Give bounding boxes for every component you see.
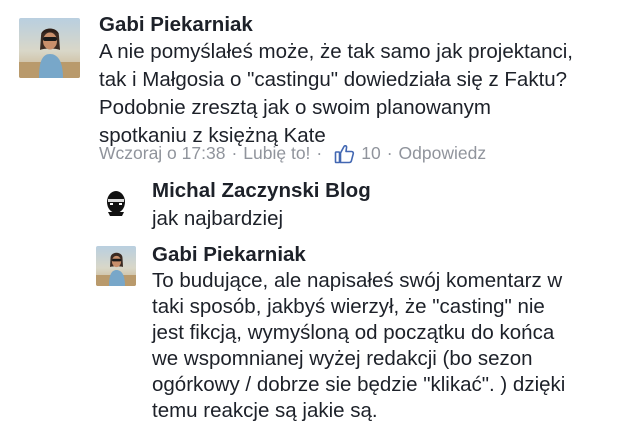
reply-text-line: temu reakcje są jakie są. [152, 399, 378, 422]
reply-avatar[interactable] [96, 182, 136, 222]
comment-author[interactable]: Gabi Piekarniak [99, 13, 253, 37]
commenter-avatar[interactable] [19, 18, 80, 78]
like-link[interactable]: Lubię to! [243, 143, 310, 164]
reply-text: jak najbardziej [152, 207, 284, 230]
comment-meta: Wczoraj o 17:38 · Lubię to! · 10 · Odpow… [99, 143, 486, 164]
reply-text: To budujące, ale napisałeś swój komentar… [152, 268, 622, 424]
comment-text-line: Podobnie zresztą jak o swoim planowanym [99, 96, 491, 119]
reply-link[interactable]: Odpowiedz [399, 143, 487, 164]
comment-text-line: tak i Małgosia o "castingu" dowiedziała … [99, 68, 568, 91]
reply-text-line: ogórkowy / dobrze sie będzie "klikać". )… [152, 373, 566, 396]
reply-text-line: taki sposób, jakbyś wierzył, że "casting… [152, 295, 545, 318]
reply-text-line: To budujące, ale napisałeś swój komentar… [152, 269, 563, 292]
reply-author[interactable]: Gabi Piekarniak [152, 243, 306, 267]
comment-timestamp[interactable]: Wczoraj o 17:38 [99, 143, 225, 164]
thumbs-up-icon[interactable] [334, 143, 355, 164]
reply-text-line: jest fikcją, wymyśloną od początku do ko… [152, 321, 555, 344]
meta-separator: · [231, 143, 238, 163]
meta-separator: · [386, 143, 393, 163]
reply: Gabi Piekarniak To budujące, ale napisał… [0, 240, 633, 425]
comment-text: A nie pomyślałeś może, że tak samo jak p… [99, 38, 629, 150]
comment-text-line: A nie pomyślałeś może, że tak samo jak p… [99, 40, 573, 63]
reply: Michal Zaczynski Blog jak najbardziej [0, 175, 633, 240]
like-count[interactable]: 10 [361, 143, 380, 164]
comment: Gabi Piekarniak A nie pomyślałeś może, ż… [0, 0, 633, 175]
reply-author[interactable]: Michal Zaczynski Blog [152, 179, 371, 203]
reply-avatar[interactable] [96, 246, 136, 286]
reply-text-line: we wspomnianej wyżej redakcji (bo sezon [152, 347, 533, 370]
meta-separator: · [316, 143, 323, 163]
